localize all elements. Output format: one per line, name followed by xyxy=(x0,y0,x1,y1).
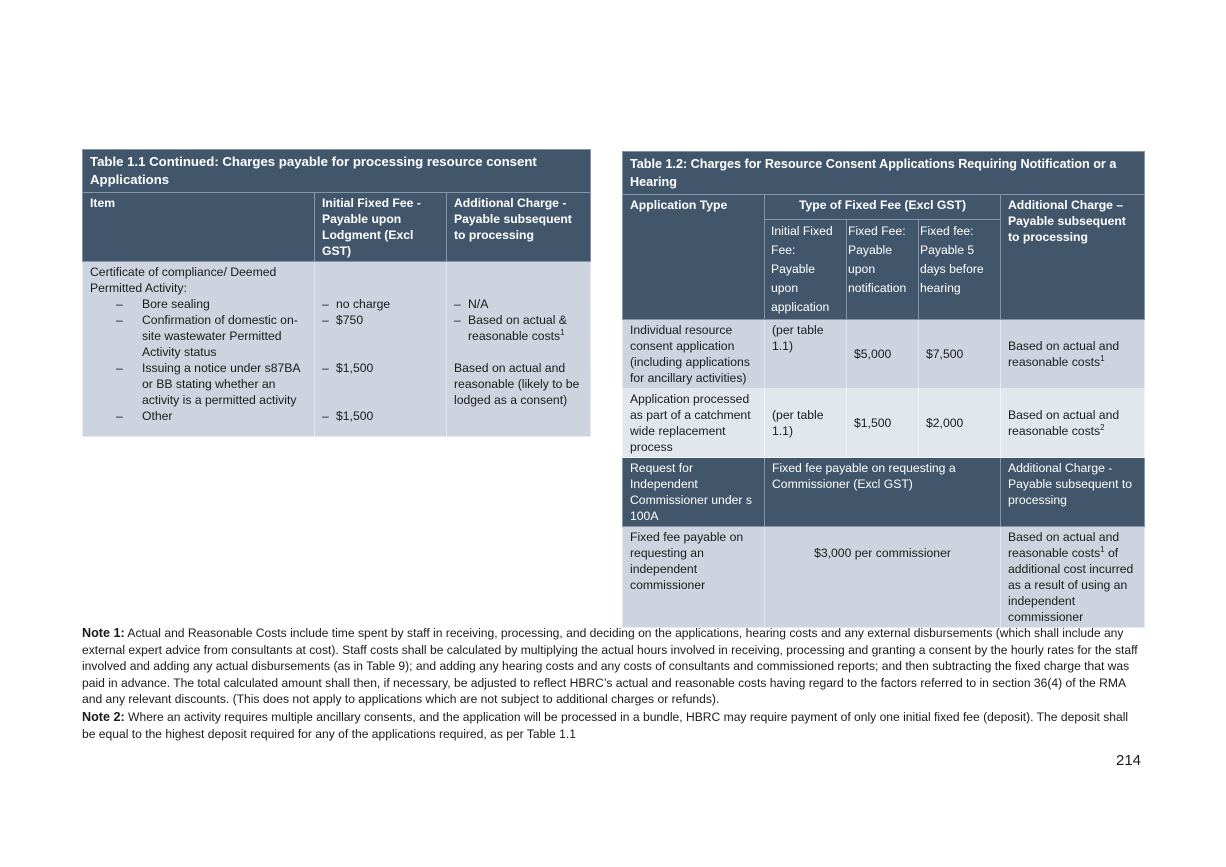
table-1-1-title-row: Table 1.1 Continued: Charges payable for… xyxy=(81,149,592,193)
fee-text: $1,500 xyxy=(336,361,374,375)
additional-value: – N/A xyxy=(454,296,583,312)
list-item: – Issuing a notice under s87BA or BB stat… xyxy=(90,360,307,408)
commissioner-type-header: Request for Independent Commissioner und… xyxy=(622,457,765,527)
dash: – xyxy=(322,297,329,311)
dash: – xyxy=(322,361,329,375)
item-text: Other xyxy=(142,409,173,423)
list-item: – Bore sealing xyxy=(90,296,307,312)
hearing-fee: $2,000 xyxy=(918,388,1001,458)
additional-value: Based on actual and reasonable (likely t… xyxy=(454,361,580,407)
table-1-1: Table 1.1 Continued: Charges payable for… xyxy=(81,149,592,437)
header-additional-charge: Additional Charge - Payable subsequent t… xyxy=(445,192,592,262)
page-number: 214 xyxy=(1116,752,1142,769)
initial-fee: (per table 1.1) xyxy=(764,388,847,458)
item-text: Bore sealing xyxy=(142,297,210,311)
fee-value: – $1,500 xyxy=(322,408,439,424)
dash: – xyxy=(454,297,461,311)
commissioner-additional-header: Additional Charge - Payable subsequent t… xyxy=(1000,457,1145,527)
dash: – xyxy=(322,409,329,423)
item-text: Issuing a notice under s87BA or BB stati… xyxy=(142,361,300,407)
application-type: Individual resource consent application … xyxy=(622,319,765,389)
items-cell: Certificate of compliance/ Deemed Permit… xyxy=(82,261,315,437)
commissioner-fee: $3,000 per commissioner xyxy=(764,526,1001,628)
table-1-1-body-row: Certificate of compliance/ Deemed Permit… xyxy=(82,261,592,437)
additional-text: N/A xyxy=(468,297,489,311)
hearing-fee: $7,500 xyxy=(918,319,1001,389)
note-1-label: Note 1: xyxy=(82,626,125,640)
header-additional-charge: Additional Charge – Payable subsequent t… xyxy=(1000,194,1145,320)
footnote-ref: 2 xyxy=(1100,422,1105,432)
additional-cell: – N/A – Based on actual & reasonable costs… xyxy=(445,261,592,437)
application-type: Application processed as part of a catch… xyxy=(622,388,765,458)
table-1-1-header-row: Item Initial Fixed Fee - Payable upon Lo… xyxy=(82,192,592,262)
dash: – xyxy=(116,361,123,375)
header-application-type: Application Type xyxy=(622,194,765,320)
header-item: Item xyxy=(82,192,315,262)
notification-fee: $1,500 xyxy=(846,388,919,458)
additional-value: – Based on actual & reasonable costs1 xyxy=(454,312,583,360)
dash: – xyxy=(322,313,329,327)
footnote-ref: 1 xyxy=(1100,353,1105,363)
table-1-2: Table 1.2: Charges for Resource Consent … xyxy=(622,151,1145,628)
subheader-notification-fee: Fixed Fee: Payable upon notification xyxy=(846,219,919,320)
dash: – xyxy=(454,313,461,327)
notification-fee: $5,000 xyxy=(846,319,919,389)
table-1-2-title: Table 1.2: Charges for Resource Consent … xyxy=(622,151,1145,195)
item-heading: Certificate of compliance/ Deemed Permit… xyxy=(90,265,277,295)
note-1: Note 1: Actual and Reasonable Costs incl… xyxy=(82,625,1144,708)
additional-charge: Based on actual and reasonable costs2 xyxy=(1000,388,1145,458)
commissioner-additional: Based on actual and reasonable costs1 of… xyxy=(1000,526,1145,628)
header-initial-fee: Initial Fixed Fee - Payable upon Lodgmen… xyxy=(314,192,447,262)
fee-value: – $750 xyxy=(322,312,439,360)
commissioner-fee-header: Fixed fee payable on requesting a Commis… xyxy=(764,457,1001,527)
fee-value: – no charge xyxy=(322,296,439,312)
commissioner-type: Fixed fee payable on requesting an indep… xyxy=(622,526,765,628)
fee-value: – $1,500 xyxy=(322,360,439,408)
table-row: Individual resource consent application … xyxy=(622,319,1145,389)
additional-charge: Based on actual and reasonable costs1 xyxy=(1000,319,1145,389)
fee-text: $750 xyxy=(336,313,364,327)
fee-text: $1,500 xyxy=(336,409,374,423)
item-text: Confirmation of domestic on-site wastewa… xyxy=(142,313,298,359)
commissioner-header-row: Request for Independent Commissioner und… xyxy=(622,457,1145,527)
fees-cell: – no charge – $750 – $1,500 – $1,500 xyxy=(314,261,447,437)
note-2-label: Note 2: xyxy=(82,710,125,724)
additional-text: Based on actual & reasonable costs xyxy=(468,313,567,343)
note-2-text: Where an activity requires multiple anci… xyxy=(82,710,1129,741)
commissioner-row: Fixed fee payable on requesting an indep… xyxy=(622,526,1145,628)
list-item: – Other xyxy=(90,408,307,424)
table-1-1-title: Table 1.1 Continued: Charges payable for… xyxy=(81,149,592,193)
note-2: Note 2: Where an activity requires multi… xyxy=(82,709,1144,742)
table-1-2-header-row: Application Type Type of Fixed Fee (Excl… xyxy=(622,194,1145,320)
dash: – xyxy=(116,409,123,423)
fee-text: no charge xyxy=(336,297,391,311)
list-item: – Confirmation of domestic on-site wastew… xyxy=(90,312,307,360)
note-1-text: Actual and Reasonable Costs include time… xyxy=(82,626,1138,707)
table-1-2-title-row: Table 1.2: Charges for Resource Consent … xyxy=(622,151,1145,195)
table-row: Application processed as part of a catch… xyxy=(622,388,1145,458)
footnote-ref: 1 xyxy=(560,327,565,337)
initial-fee: (per table 1.1) xyxy=(764,319,847,389)
dash: – xyxy=(116,313,123,327)
dash: – xyxy=(116,297,123,311)
subheader-hearing-fee: Fixed fee: Payable 5 days before hearing xyxy=(918,219,1001,320)
header-fixed-fee-group: Type of Fixed Fee (Excl GST) xyxy=(764,194,1001,220)
subheader-initial-fee: Initial Fixed Fee: Payable upon applicat… xyxy=(764,219,847,320)
